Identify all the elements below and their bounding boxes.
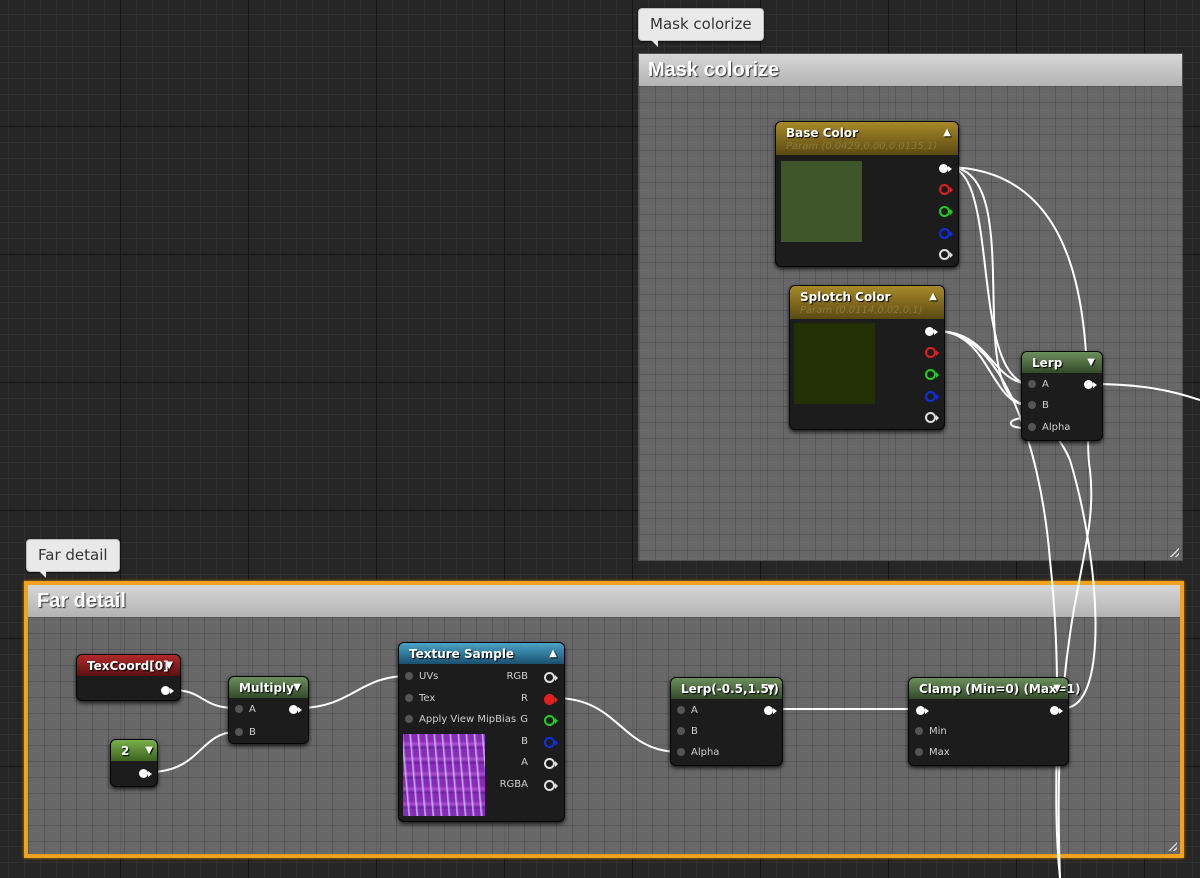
node-header[interactable]: 2 ▼	[111, 740, 157, 761]
output-label-r: R	[521, 693, 528, 704]
output-label-a: A	[521, 757, 528, 768]
node-header[interactable]: Clamp (Min=0) (Max=1) ▼	[909, 678, 1081, 699]
node-header[interactable]: Splotch Color Param (0.0114,0.02,0,1) ▲	[790, 286, 944, 319]
color-swatch-preview	[781, 161, 862, 242]
output-pin-r[interactable]	[544, 694, 558, 705]
node-title: Splotch Color	[800, 290, 891, 304]
output-pin-g[interactable]	[925, 369, 939, 380]
node-header[interactable]: Texture Sample ▲	[399, 643, 564, 664]
node-title: Texture Sample	[409, 647, 515, 661]
node-title: Multiply	[239, 681, 294, 695]
output-pin-rgba[interactable]	[939, 164, 952, 173]
input-pin-min[interactable]: Min	[915, 726, 947, 737]
node-subtitle: Param (0.0429,0.00,0.0135,1)	[786, 141, 938, 152]
input-pin-a[interactable]: A	[677, 705, 698, 716]
collapse-arrow-icon[interactable]: ▼	[145, 745, 153, 756]
output-pin-a[interactable]	[925, 412, 939, 423]
node-header[interactable]: Lerp(-0.5,1.5,) ▼	[671, 678, 782, 699]
resize-handle-icon[interactable]	[1167, 841, 1177, 851]
node-header[interactable]: TexCoord[0] ▼	[77, 655, 180, 676]
output-pin-r[interactable]	[939, 184, 953, 195]
node-splotch-color[interactable]: Splotch Color Param (0.0114,0.02,0,1) ▲	[789, 285, 945, 430]
node-title: 2	[121, 744, 130, 758]
output-label-rgb: RGB	[506, 671, 528, 682]
collapse-arrow-icon[interactable]: ▼	[1087, 357, 1095, 368]
input-pin-b[interactable]: B	[1028, 400, 1049, 411]
input-pin-alpha[interactable]: Alpha	[677, 747, 719, 758]
input-pin-a[interactable]: A	[1028, 379, 1049, 390]
output-label-rgba: RGBA	[499, 779, 528, 790]
output-pin-g[interactable]	[544, 715, 558, 726]
texture-preview-thumbnail	[403, 734, 485, 816]
output-pin-r[interactable]	[925, 347, 939, 358]
input-pin-tex[interactable]: Tex	[405, 693, 435, 704]
input-pin-max[interactable]: Max	[915, 747, 950, 758]
output-pin-b[interactable]	[939, 228, 953, 239]
node-base-color[interactable]: Base Color Param (0.0429,0.00,0.0135,1) …	[775, 121, 959, 267]
input-pin-alpha[interactable]: Alpha	[1028, 422, 1070, 433]
output-pin[interactable]	[139, 769, 152, 778]
output-pin[interactable]	[1084, 380, 1097, 389]
node-constant[interactable]: 2 ▼	[110, 739, 158, 787]
node-header[interactable]: Lerp ▼	[1022, 352, 1102, 373]
comment-title-far-detail[interactable]: Far detail	[28, 585, 1180, 617]
output-pin-rgba[interactable]	[925, 327, 938, 336]
comment-tag-mask-colorize[interactable]: Mask colorize	[638, 8, 764, 47]
input-pin-value[interactable]	[916, 706, 929, 715]
output-pin-g[interactable]	[939, 206, 953, 217]
output-pin-a[interactable]	[939, 249, 953, 260]
input-pin-b[interactable]: B	[235, 727, 256, 738]
output-label-b: B	[521, 736, 528, 747]
output-label-g: G	[520, 714, 528, 725]
node-title: TexCoord[0]	[87, 659, 169, 673]
input-pin-b[interactable]: B	[677, 726, 698, 737]
comment-title-mask-colorize[interactable]: Mask colorize	[639, 54, 1182, 86]
output-pin[interactable]	[764, 706, 777, 715]
node-multiply[interactable]: Multiply ▼ A B	[228, 676, 309, 744]
node-header[interactable]: Base Color Param (0.0429,0.00,0.0135,1) …	[776, 122, 958, 155]
node-clamp[interactable]: Clamp (Min=0) (Max=1) ▼ Min Max	[908, 677, 1081, 766]
output-pin-b[interactable]	[544, 737, 558, 748]
output-pin[interactable]	[161, 686, 174, 695]
node-title: Lerp(-0.5,1.5,)	[681, 682, 779, 696]
output-pin[interactable]	[1050, 706, 1063, 715]
output-pin-rgb[interactable]	[544, 672, 558, 683]
node-texture-sample[interactable]: Texture Sample ▲ UVs Tex Apply View MipB…	[398, 642, 565, 822]
node-lerp-range[interactable]: Lerp(-0.5,1.5,) ▼ A B Alpha	[670, 677, 783, 766]
collapse-arrow-icon[interactable]: ▲	[943, 127, 951, 138]
node-header[interactable]: Multiply ▼	[229, 677, 308, 698]
collapse-arrow-icon[interactable]: ▼	[1053, 683, 1061, 694]
node-texcoord[interactable]: TexCoord[0] ▼	[76, 654, 181, 701]
node-lerp[interactable]: Lerp ▼ A B Alpha	[1021, 351, 1103, 441]
comment-tag-far-detail[interactable]: Far detail	[26, 539, 120, 578]
input-pin-mip-bias[interactable]: Apply View MipBias	[405, 714, 516, 725]
output-pin-rgba[interactable]	[544, 780, 558, 791]
node-subtitle: Param (0.0114,0.02,0,1)	[800, 305, 923, 316]
output-pin-a[interactable]	[544, 758, 558, 769]
collapse-arrow-icon[interactable]: ▼	[293, 682, 301, 693]
collapse-arrow-icon[interactable]: ▼	[165, 660, 173, 671]
collapse-arrow-icon[interactable]: ▲	[549, 648, 557, 659]
output-pin-b[interactable]	[925, 391, 939, 402]
color-swatch-preview	[794, 323, 875, 404]
collapse-arrow-icon[interactable]: ▲	[929, 291, 937, 302]
node-title: Lerp	[1032, 356, 1063, 370]
node-title: Base Color	[786, 126, 859, 140]
collapse-arrow-icon[interactable]: ▼	[767, 683, 775, 694]
output-pin[interactable]	[289, 705, 302, 714]
resize-handle-icon[interactable]	[1169, 547, 1179, 557]
input-pin-a[interactable]: A	[235, 704, 256, 715]
input-pin-uvs[interactable]: UVs	[405, 671, 438, 682]
